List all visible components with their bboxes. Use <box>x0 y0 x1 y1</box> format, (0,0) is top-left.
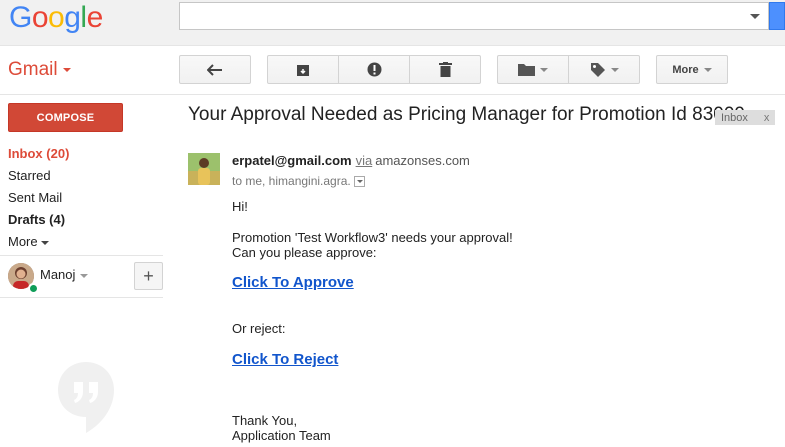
email-subject: Your Approval Needed as Pricing Manager … <box>188 104 745 125</box>
sender-avatar <box>188 153 220 185</box>
labels-button[interactable] <box>568 55 640 84</box>
logo-letter: o <box>31 1 49 34</box>
sidebar-item-inbox[interactable]: Inbox (20) <box>8 143 163 165</box>
back-to-inbox-button[interactable] <box>179 55 251 84</box>
body-line: Or reject: <box>232 321 286 336</box>
logo-letter: G <box>9 1 32 34</box>
reject-link[interactable]: Click To Reject <box>232 351 338 368</box>
hangouts-icon <box>58 362 114 433</box>
body-line: Can you please approve: <box>232 245 377 260</box>
google-logo[interactable]: Google <box>9 1 103 35</box>
sidebar-item-drafts[interactable]: Drafts (4) <box>8 209 163 231</box>
body-thanks: Thank You, <box>232 413 298 428</box>
show-details-chevron-icon[interactable] <box>353 176 365 188</box>
via-domain: amazonses.com <box>375 153 470 168</box>
gmail-label: Gmail <box>8 59 58 80</box>
presence-status-icon <box>28 283 39 294</box>
search-input[interactable] <box>180 3 740 29</box>
chevron-down-icon <box>703 67 712 72</box>
chevron-down-icon <box>80 273 89 278</box>
sidebar-more-label: More <box>8 234 38 249</box>
sender-photo-icon <box>188 153 220 185</box>
body-greeting: Hi! <box>232 199 248 214</box>
via-link[interactable]: via <box>356 153 373 168</box>
inbox-label-chip[interactable]: Inbox x <box>715 110 776 125</box>
label-chip-text: Inbox <box>721 111 748 124</box>
sidebar-item-more[interactable]: More <box>8 231 163 253</box>
label-tag-icon <box>590 62 605 77</box>
plus-icon: + <box>143 265 154 286</box>
chevron-down-icon <box>62 67 71 72</box>
compose-button[interactable]: COMPOSE <box>8 103 123 132</box>
sender-email[interactable]: erpatel@gmail.com <box>232 153 352 168</box>
move-to-button[interactable] <box>497 55 569 84</box>
approve-link[interactable]: Click To Approve <box>232 274 354 291</box>
chevron-down-icon <box>540 67 548 72</box>
chevron-down-icon <box>610 67 619 72</box>
recipients-text: to me, himangini.agra. <box>232 174 351 188</box>
search-button[interactable] <box>769 2 785 30</box>
search-options-chevron-icon[interactable] <box>750 14 760 19</box>
sidebar-item-starred[interactable]: Starred <box>8 165 163 187</box>
more-button[interactable]: More <box>656 55 728 84</box>
delete-button[interactable] <box>409 55 481 84</box>
archive-button[interactable] <box>267 55 339 84</box>
toolbar-divider <box>0 94 785 95</box>
recipients-line: to me, himangini.agra. <box>232 174 365 188</box>
remove-label-icon[interactable]: x <box>764 112 770 124</box>
archive-icon <box>297 64 309 76</box>
hangouts-user[interactable]: Manoj <box>40 267 89 282</box>
body-line: Promotion 'Test Workflow3' needs your ap… <box>232 230 513 245</box>
report-spam-icon <box>367 62 381 77</box>
report-spam-button[interactable] <box>338 55 410 84</box>
more-label: More <box>672 63 699 76</box>
body-signature: Application Team <box>232 428 331 443</box>
top-bar: Google <box>0 0 785 46</box>
sidebar-item-sent-mail[interactable]: Sent Mail <box>8 187 163 209</box>
sender-line: erpatel@gmail.com via amazonses.com <box>232 153 470 168</box>
back-arrow-icon <box>207 63 222 76</box>
sidebar-nav: Inbox (20) Starred Sent Mail Drafts (4) … <box>8 143 163 253</box>
new-hangout-button[interactable]: + <box>134 262 163 290</box>
logo-letter: e <box>86 1 104 34</box>
search-box <box>179 2 769 30</box>
logo-letter: g <box>64 1 81 34</box>
sidebar-divider <box>0 297 163 298</box>
chevron-down-icon <box>40 240 49 245</box>
folder-icon <box>518 64 535 76</box>
sidebar-divider <box>0 255 163 256</box>
trash-icon <box>438 62 452 77</box>
user-name: Manoj <box>40 267 76 282</box>
logo-letter: o <box>48 1 65 34</box>
gmail-menu[interactable]: Gmail <box>8 59 71 81</box>
